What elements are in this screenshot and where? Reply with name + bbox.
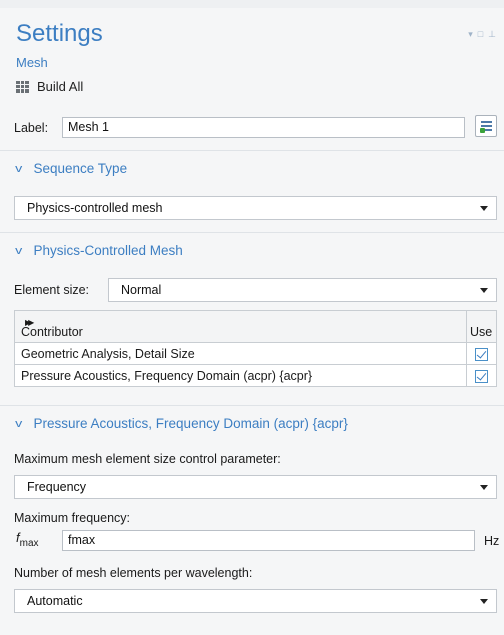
use-checkbox[interactable] xyxy=(475,347,488,361)
divider xyxy=(0,232,504,233)
column-header-contributor[interactable]: ▶▶ Contributor xyxy=(14,310,467,343)
label-settings-icon[interactable] xyxy=(475,115,497,137)
contributor-cell: Geometric Analysis, Detail Size xyxy=(14,342,467,365)
element-size-select[interactable]: Normal xyxy=(108,278,497,302)
pin-icon[interactable]: ⊥ xyxy=(488,29,496,40)
fast-forward-icon[interactable]: ▶▶ xyxy=(25,318,34,327)
sequence-type-select[interactable]: Physics-controlled mesh xyxy=(14,196,497,220)
elements-per-wavelength-label: Number of mesh elements per wavelength: xyxy=(14,566,253,580)
chevron-down-icon: v xyxy=(15,417,23,430)
control-parameter-select[interactable]: Frequency xyxy=(14,475,497,499)
select-value: Normal xyxy=(121,283,162,297)
use-cell xyxy=(466,364,497,387)
label-row: Label: Mesh 1 xyxy=(14,117,465,138)
select-value: Frequency xyxy=(27,480,87,494)
chevron-down-icon xyxy=(480,206,488,211)
column-header-use[interactable]: Use xyxy=(466,310,497,343)
page-subtitle: Mesh xyxy=(16,55,48,70)
table-row[interactable]: Geometric Analysis, Detail Size xyxy=(14,342,497,365)
chevron-down-icon xyxy=(480,485,488,490)
table-row[interactable]: Pressure Acoustics, Frequency Domain (ac… xyxy=(14,364,497,387)
label-caption: Label: xyxy=(14,120,49,135)
label-input[interactable]: Mesh 1 xyxy=(62,117,465,138)
build-all-button[interactable]: Build All xyxy=(16,79,83,94)
fmax-symbol: fmax xyxy=(16,530,39,549)
maximize-icon[interactable]: □ xyxy=(478,29,483,40)
settings-panel: Settings ▾ □ ⊥ Mesh Build All Label: Mes… xyxy=(0,0,504,635)
chevron-down-icon xyxy=(480,288,488,293)
elements-per-wavelength-select[interactable]: Automatic xyxy=(14,589,497,613)
max-frequency-label: Maximum frequency: xyxy=(14,511,131,525)
control-parameter-label: Maximum mesh element size control parame… xyxy=(14,452,281,466)
divider xyxy=(0,150,504,151)
contributor-cell: Pressure Acoustics, Frequency Domain (ac… xyxy=(14,364,467,387)
unit-label: Hz xyxy=(484,534,500,548)
contributor-table: ▶▶ Contributor Use Geometric Analysis, D… xyxy=(14,310,497,387)
use-checkbox[interactable] xyxy=(475,369,488,383)
section-heading: Pressure Acoustics, Frequency Domain (ac… xyxy=(33,416,348,431)
section-physics-controlled-mesh[interactable]: v Physics-Controlled Mesh xyxy=(15,243,183,258)
top-strip xyxy=(0,0,504,8)
select-value: Physics-controlled mesh xyxy=(27,201,163,215)
section-sequence-type[interactable]: v Sequence Type xyxy=(15,161,128,176)
section-heading: Physics-Controlled Mesh xyxy=(33,243,183,258)
chevron-down-icon: v xyxy=(15,162,23,175)
dropdown-arrow-icon[interactable]: ▾ xyxy=(468,29,473,40)
select-value: Automatic xyxy=(27,594,83,608)
use-cell xyxy=(466,342,497,365)
build-all-label: Build All xyxy=(37,79,84,94)
chevron-down-icon: v xyxy=(15,244,23,257)
build-all-icon xyxy=(16,80,29,93)
section-heading: Sequence Type xyxy=(33,161,128,176)
divider xyxy=(0,405,504,406)
section-pressure-acoustics[interactable]: v Pressure Acoustics, Frequency Domain (… xyxy=(15,416,348,431)
page-title: Settings xyxy=(16,20,103,47)
max-frequency-input[interactable]: fmax xyxy=(62,530,475,551)
chevron-down-icon xyxy=(480,599,488,604)
element-size-label: Element size: xyxy=(14,283,90,297)
window-controls: ▾ □ ⊥ xyxy=(468,29,496,40)
